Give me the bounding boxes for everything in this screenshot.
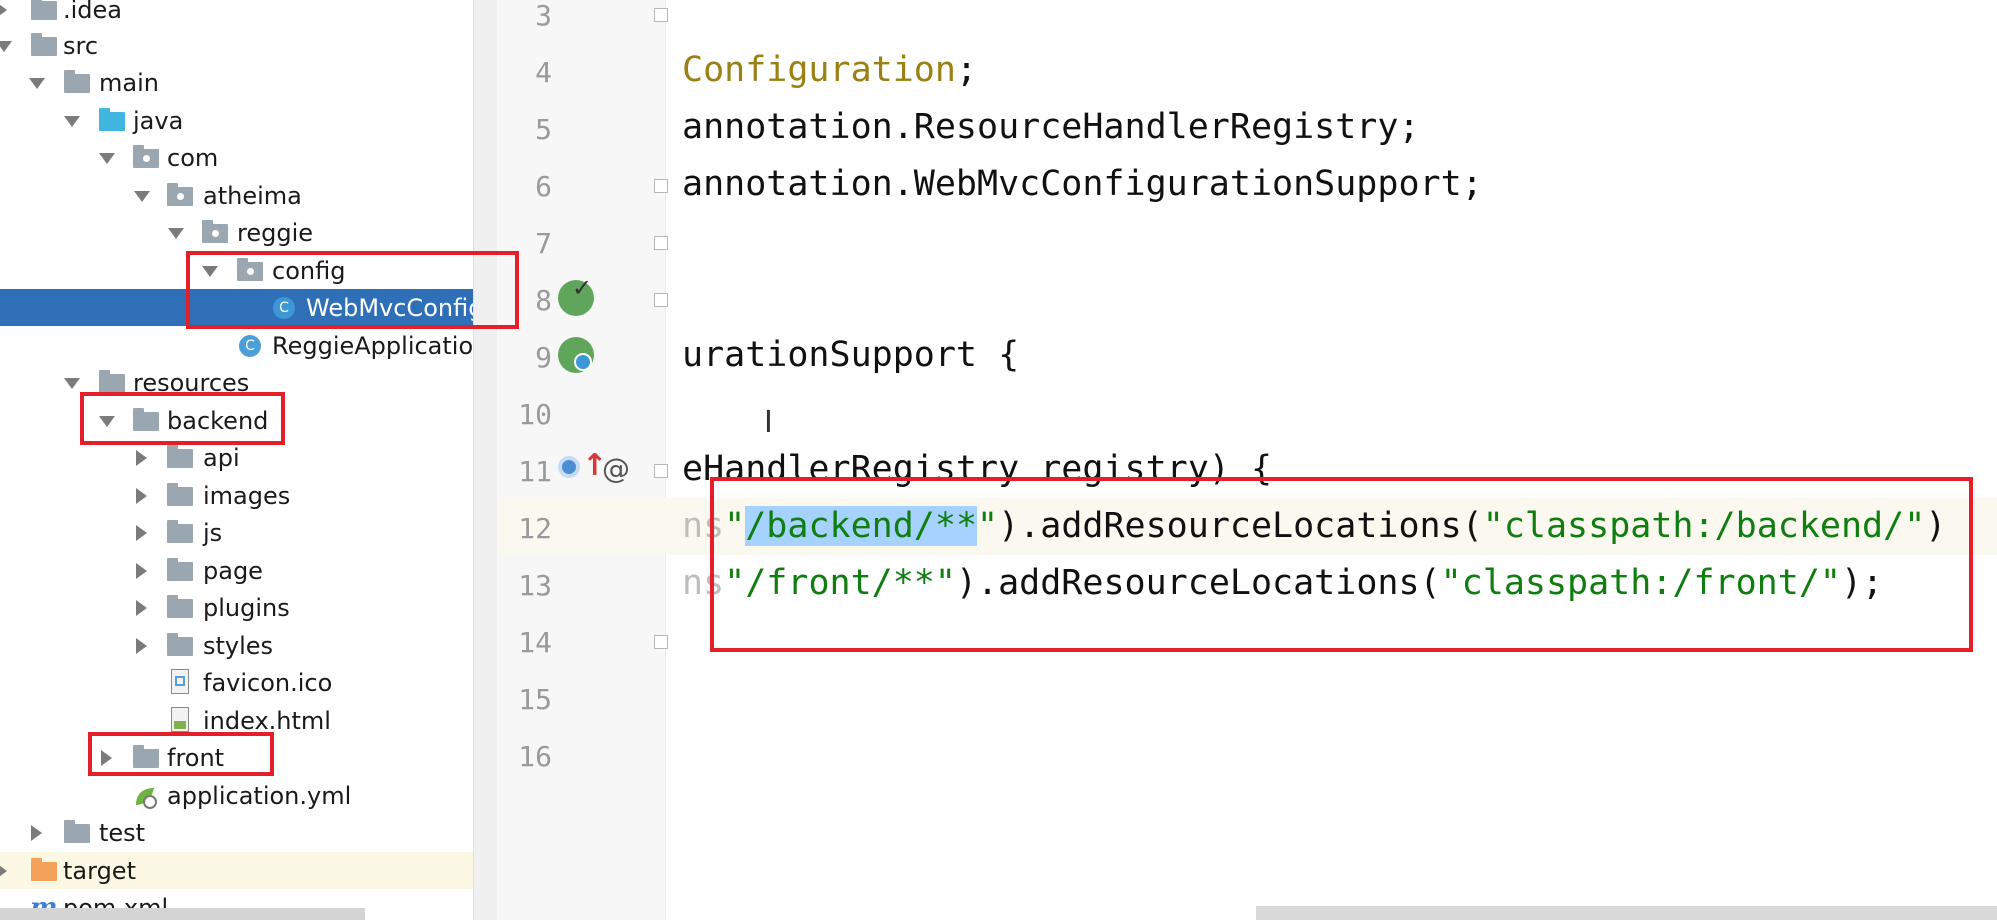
tree-item-application-yml[interactable]: application.yml xyxy=(0,777,473,814)
spring-boot-class-icon: C xyxy=(236,327,264,364)
fold-marker-icon[interactable] xyxy=(652,291,672,311)
folder-icon xyxy=(166,552,194,589)
spring-bean-check-icon[interactable] xyxy=(558,274,594,316)
tree-item-src[interactable]: src xyxy=(0,27,473,64)
fold-marker-icon[interactable] xyxy=(652,234,672,254)
tree-item-images[interactable]: images xyxy=(0,477,473,514)
line-number: 9 xyxy=(535,341,552,374)
line-number: 10 xyxy=(518,398,552,431)
collapse-arrow-icon[interactable] xyxy=(63,102,80,139)
folder-icon xyxy=(166,514,194,551)
expand-arrow-icon[interactable] xyxy=(0,852,16,889)
expand-arrow-icon[interactable] xyxy=(133,589,149,626)
tree-item-idea[interactable]: .idea xyxy=(0,0,473,28)
folder-icon xyxy=(63,814,91,851)
expand-arrow-icon[interactable] xyxy=(133,627,149,664)
panel-divider[interactable] xyxy=(473,0,498,920)
tree-item-js[interactable]: js xyxy=(0,514,473,551)
package-icon xyxy=(166,177,194,214)
code-line-9[interactable]: urationSupport { xyxy=(682,327,1019,384)
line-number: 5 xyxy=(535,113,552,146)
collapse-arrow-icon[interactable] xyxy=(98,139,115,176)
highlight-box-backend xyxy=(80,392,285,445)
tree-item-favicon[interactable]: favicon.ico xyxy=(0,664,473,701)
spring-bean-class-icon[interactable] xyxy=(558,337,594,373)
line-number: 12 xyxy=(518,512,552,545)
tree-item-test[interactable]: test xyxy=(0,814,473,851)
tree-item-java[interactable]: java xyxy=(0,102,473,139)
collapse-arrow-icon[interactable] xyxy=(0,27,16,64)
expand-arrow-icon[interactable] xyxy=(133,514,149,551)
code-line-5[interactable]: annotation.ResourceHandlerRegistry; xyxy=(682,99,1420,156)
highlight-box-front xyxy=(88,732,274,776)
folder-icon xyxy=(166,477,194,514)
fold-marker-icon[interactable] xyxy=(652,633,672,653)
folder-icon xyxy=(166,627,194,664)
collapse-arrow-icon[interactable] xyxy=(133,177,150,214)
tree-item-page[interactable]: page xyxy=(0,552,473,589)
tree-item-target[interactable]: target xyxy=(0,852,473,889)
line-number: 3 xyxy=(535,0,552,32)
expand-arrow-icon[interactable] xyxy=(28,814,44,851)
spring-config-file-icon xyxy=(130,777,158,814)
source-folder-icon xyxy=(98,102,126,139)
package-icon xyxy=(132,139,160,176)
line-number: 14 xyxy=(518,626,552,659)
line-number: 6 xyxy=(535,170,552,203)
tree-item-atheima[interactable]: atheima xyxy=(0,177,473,214)
code-line-4[interactable]: Configuration; xyxy=(682,42,977,99)
project-tree: .idea src main java com atheima reggie c… xyxy=(0,0,473,920)
tree-item-reggie[interactable]: reggie xyxy=(0,214,473,251)
image-file-icon xyxy=(166,664,194,701)
excluded-folder-icon xyxy=(30,852,58,889)
highlight-box-config xyxy=(186,251,519,329)
fold-marker-icon[interactable] xyxy=(652,462,672,482)
line-number: 11 xyxy=(518,455,552,488)
tree-item-com[interactable]: com xyxy=(0,139,473,176)
tree-item-reggieapplication[interactable]: C ReggieApplication xyxy=(0,327,473,364)
tree-item-plugins[interactable]: plugins xyxy=(0,589,473,626)
collapse-arrow-icon[interactable] xyxy=(63,364,80,401)
collapse-arrow-icon[interactable] xyxy=(28,64,45,101)
tree-horizontal-scrollbar[interactable] xyxy=(0,908,365,920)
fold-marker-icon[interactable] xyxy=(652,177,672,197)
fold-marker-icon[interactable] xyxy=(652,6,672,26)
code-line-6[interactable]: annotation.WebMvcConfigurationSupport; xyxy=(682,156,1483,213)
line-number: 13 xyxy=(518,569,552,602)
editor-horizontal-scrollbar[interactable] xyxy=(1256,906,1997,920)
override-method-icon[interactable]: ↑ @ xyxy=(558,448,630,490)
folder-icon xyxy=(30,0,58,28)
tree-item-main[interactable]: main xyxy=(0,64,473,101)
folder-icon xyxy=(30,27,58,64)
line-number: 4 xyxy=(535,56,552,89)
package-icon xyxy=(201,214,229,251)
highlight-box-resource-mapping xyxy=(710,477,1973,652)
folder-icon xyxy=(166,589,194,626)
mouse-text-cursor-icon: I xyxy=(764,405,773,440)
folder-icon xyxy=(63,64,91,101)
line-number: 15 xyxy=(518,683,552,716)
expand-arrow-icon[interactable] xyxy=(133,477,149,514)
expand-arrow-icon[interactable] xyxy=(0,0,16,28)
tree-item-styles[interactable]: styles xyxy=(0,627,473,664)
line-number: 16 xyxy=(518,740,552,773)
expand-arrow-icon[interactable] xyxy=(133,552,149,589)
collapse-arrow-icon[interactable] xyxy=(167,214,184,251)
